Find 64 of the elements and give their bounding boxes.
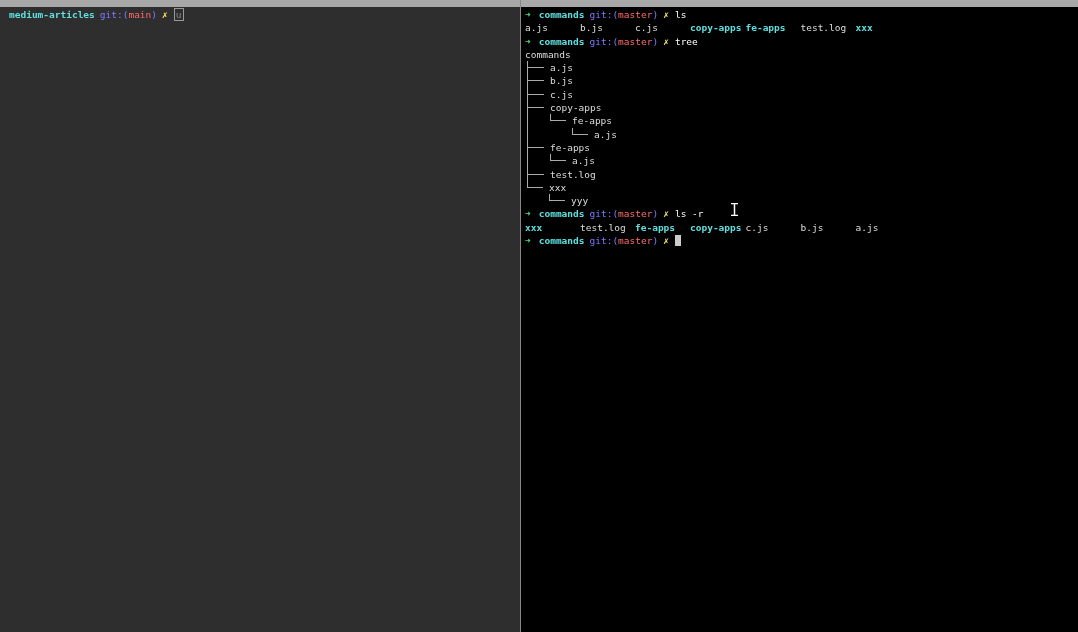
command-text: tree <box>674 34 698 48</box>
directory-entry: xxx <box>525 220 544 235</box>
file-entry: b.js <box>800 220 825 235</box>
tree-entry: fe-apps <box>572 114 613 128</box>
tree-entry: copy-apps <box>550 101 602 115</box>
dirty-status-mark: ✗ <box>162 8 168 22</box>
tree-entry: yyy <box>571 194 589 208</box>
directory-entry: copy-apps <box>690 220 743 235</box>
file-entry: c.js <box>635 21 659 35</box>
dirty-status-mark: ✗ <box>663 207 669 221</box>
branch-name: master <box>618 234 653 248</box>
dirty-status-mark: ✗ <box>663 8 669 22</box>
directory-name: medium-articles <box>9 8 95 22</box>
prompt-arrow: ➜ <box>525 34 531 48</box>
directory-name: commands <box>538 207 585 221</box>
directory-entry: copy-apps <box>690 21 743 35</box>
tree-entry: a.js <box>550 61 573 75</box>
tree-branch-line <box>550 114 566 122</box>
tree-entry: xxx <box>549 180 567 195</box>
dirty-status-mark: ✗ <box>663 234 669 248</box>
tree-entry: a.js <box>594 127 617 141</box>
git-label: git:( <box>589 34 619 48</box>
file-entry: a.js <box>855 220 880 235</box>
directory-entry: xxx <box>855 21 874 35</box>
branch-name: master <box>618 8 653 22</box>
directory-name: commands <box>538 8 585 22</box>
git-label-close: ) <box>652 234 659 248</box>
mouse-text-cursor-icon <box>731 203 738 216</box>
git-label: git:( <box>589 8 619 22</box>
file-entry: b.js <box>580 21 604 35</box>
git-label-close: ) <box>652 207 659 221</box>
file-entry: test.log <box>800 21 848 35</box>
branch-name: master <box>618 34 653 48</box>
directory-name: commands <box>538 34 585 48</box>
git-label-close: ) <box>652 8 659 22</box>
tree-branch-line <box>550 154 566 162</box>
directory-entry: fe-apps <box>745 21 787 35</box>
directory-entry: fe-apps <box>635 220 677 235</box>
tree-branch-line <box>572 127 588 135</box>
directory-name: commands <box>538 234 585 248</box>
tree-entry: c.js <box>550 87 573 102</box>
branch-name: master <box>618 207 653 221</box>
tree-entry: test.log <box>550 167 596 181</box>
typed-character: u <box>173 8 184 22</box>
file-entry: c.js <box>745 220 770 235</box>
branch-name: main <box>128 8 152 22</box>
git-label: git:( <box>99 8 129 22</box>
tree-entry: fe-apps <box>550 140 591 155</box>
tree-branch-line <box>549 194 565 202</box>
tree-entry: b.js <box>550 74 573 88</box>
tree-entry: a.js <box>572 154 595 168</box>
git-label-close: ) <box>652 34 659 48</box>
command-text: ls -r <box>674 207 704 221</box>
file-entry: test.log <box>580 220 627 235</box>
prompt-arrow: ➜ <box>525 207 531 221</box>
prompt-arrow: ➜ <box>525 234 531 248</box>
git-label: git:( <box>589 234 619 248</box>
command-text: ls <box>674 8 687 22</box>
file-entry: a.js <box>525 21 549 35</box>
git-label-close: ) <box>151 8 158 22</box>
tree-root: commands <box>525 47 571 62</box>
git-label: git:( <box>589 207 619 221</box>
prompt-arrow: ➜ <box>525 8 531 22</box>
dirty-status-mark: ✗ <box>663 34 669 48</box>
